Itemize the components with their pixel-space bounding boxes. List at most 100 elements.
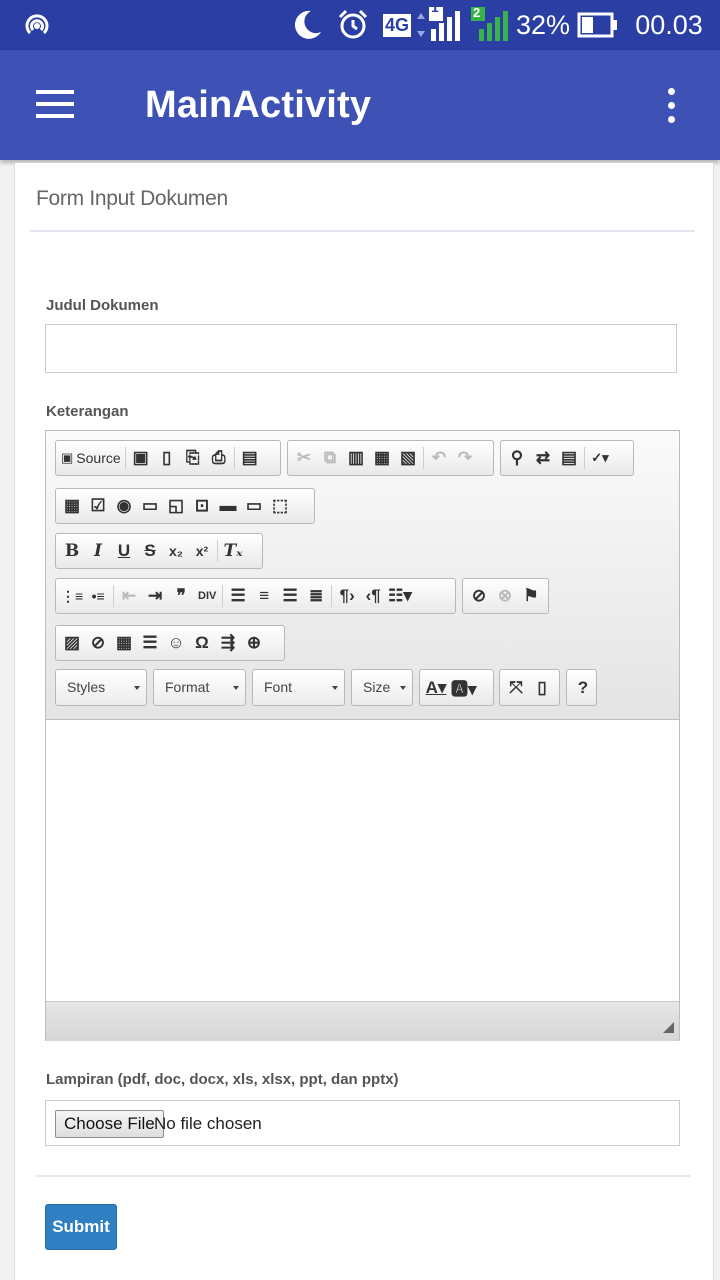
divider (35, 1175, 690, 1177)
page-break-icon[interactable]: ⇶ (215, 629, 241, 657)
checkbox-icon[interactable]: ☑ (85, 492, 111, 520)
indent-icon[interactable]: ⇥ (142, 582, 168, 610)
select-icon[interactable]: ⊡ (189, 492, 215, 520)
maximize-icon[interactable]: ⤧ (503, 674, 529, 702)
show-blocks-icon[interactable]: ▯ (529, 674, 555, 702)
special-char-icon[interactable]: Ω (189, 629, 215, 657)
hamburger-menu-icon[interactable] (36, 90, 76, 120)
toolbar-group-tools: ⤧ ▯ (499, 669, 560, 706)
resize-handle-icon[interactable] (663, 1022, 674, 1033)
div-icon[interactable]: DIV (194, 582, 220, 610)
toolbar-group-about: ? (566, 669, 597, 706)
battery-icon (576, 0, 620, 50)
justify-icon[interactable]: ≣ (303, 582, 329, 610)
replace-icon[interactable]: ⇄ (530, 444, 556, 472)
toolbar-group-colors: A▾ 🅰▾ (419, 669, 494, 706)
signal-icon-sim2: 2 (470, 0, 510, 50)
horizontal-line-icon[interactable]: ☰ (137, 629, 163, 657)
font-label: Font (264, 679, 293, 695)
paste-word-icon[interactable]: ▧ (395, 444, 421, 472)
align-center-icon[interactable]: ≡ (251, 582, 277, 610)
blockquote-icon[interactable]: ❞ (168, 582, 194, 610)
paste-icon[interactable]: ▥ (343, 444, 369, 472)
redo-icon[interactable]: ↷ (452, 444, 478, 472)
spellcheck-icon[interactable]: ✓▾ (587, 444, 613, 472)
panel-title: Form Input Dokumen (36, 187, 228, 210)
submit-button[interactable]: Submit (45, 1204, 117, 1250)
paste-text-icon[interactable]: ▦ (369, 444, 395, 472)
table-icon[interactable]: ▦ (111, 629, 137, 657)
hidden-field-icon[interactable]: ⬚ (267, 492, 293, 520)
radio-icon[interactable]: ◉ (111, 492, 137, 520)
textarea-icon[interactable]: ◱ (163, 492, 189, 520)
clock: 00.03 (628, 0, 710, 50)
textfield-icon[interactable]: ▭ (137, 492, 163, 520)
align-left-icon[interactable]: ☰ (225, 582, 251, 610)
smiley-icon[interactable]: ☺ (163, 629, 189, 657)
find-icon[interactable]: ⚲ (504, 444, 530, 472)
button-icon[interactable]: ▬ (215, 492, 241, 520)
rtl-icon[interactable]: ‹¶ (360, 582, 386, 610)
editor-toolbar: ▣ Source ▣ ▯ ⎘ ⎙ ▤ ✂ ⧉ ▥ ▦ ▧ ↶ ↷ ⚲ ⇄ ▤ ✓… (46, 431, 679, 720)
image-icon[interactable]: ▨ (59, 629, 85, 657)
ltr-icon[interactable]: ¶› (334, 582, 360, 610)
editor-content-area[interactable] (46, 720, 679, 1001)
overflow-menu-icon[interactable] (662, 88, 682, 124)
strike-icon[interactable]: S (137, 537, 163, 565)
bulleted-list-icon[interactable]: •≡ (85, 582, 111, 610)
toolbar-group-basicstyles: B I U S x₂ x² Tₓ (55, 533, 263, 569)
alarm-icon (334, 0, 372, 50)
undo-icon[interactable]: ↶ (426, 444, 452, 472)
link-icon[interactable]: ⊘ (466, 582, 492, 610)
image-button-icon[interactable]: ▭ (241, 492, 267, 520)
save-icon[interactable]: ▣ (128, 444, 154, 472)
align-right-icon[interactable]: ☰ (277, 582, 303, 610)
underline-icon[interactable]: U (111, 537, 137, 565)
superscript-icon[interactable]: x² (189, 537, 215, 565)
subscript-icon[interactable]: x₂ (163, 537, 189, 565)
bg-color-icon[interactable]: 🅰▾ (449, 674, 479, 702)
choose-file-button[interactable]: Choose File (55, 1110, 164, 1138)
form-icon[interactable]: ▦ (59, 492, 85, 520)
anchor-flag-icon[interactable]: ⚑ (518, 582, 544, 610)
format-dropdown[interactable]: Format (153, 669, 246, 706)
source-button[interactable]: ▣ Source (59, 444, 123, 472)
print-icon[interactable]: ⎙ (206, 444, 232, 472)
form-panel: Form Input Dokumen Judul Dokumen Keteran… (14, 163, 714, 1280)
templates-icon[interactable]: ▤ (237, 444, 263, 472)
toolbar-group-paragraph: ⋮≡ •≡ ⇤ ⇥ ❞ DIV ☰ ≡ ☰ ≣ ¶› ‹¶ ☷▾ (55, 578, 456, 614)
chevron-down-icon (233, 686, 239, 690)
help-icon[interactable]: ? (570, 674, 596, 702)
numbered-list-icon[interactable]: ⋮≡ (59, 582, 85, 610)
app-bar: MainActivity (0, 50, 720, 160)
no-file-text: No file chosen (154, 1114, 262, 1133)
text-color-icon[interactable]: A▾ (423, 674, 449, 702)
editor-status-bar (46, 1001, 679, 1041)
bold-icon[interactable]: B (59, 537, 85, 565)
styles-dropdown[interactable]: Styles (55, 669, 147, 706)
app-title: MainActivity (145, 84, 372, 126)
font-dropdown[interactable]: Font (252, 669, 345, 706)
new-page-icon[interactable]: ▯ (154, 444, 180, 472)
sim2-label: 2 (473, 5, 481, 20)
sim1-badge: 1 (414, 0, 448, 18)
sim1-label: 1 (431, 0, 439, 15)
language-icon[interactable]: ☷▾ (386, 582, 414, 610)
copy-icon[interactable]: ⧉ (317, 444, 343, 472)
preview-icon[interactable]: ⎘ (180, 444, 206, 472)
time-text: 00.03 (635, 9, 703, 40)
cut-icon[interactable]: ✂ (291, 444, 317, 472)
judul-input[interactable] (45, 324, 677, 373)
lampiran-label: Lampiran (pdf, doc, docx, xls, xlsx, ppt… (46, 1071, 399, 1088)
styles-label: Styles (67, 679, 106, 695)
flash-icon[interactable]: ⊘ (85, 629, 111, 657)
select-all-icon[interactable]: ▤ (556, 444, 582, 472)
remove-format-icon[interactable]: Tₓ (220, 537, 246, 565)
iframe-globe-icon[interactable]: ⊕ (241, 629, 267, 657)
outdent-icon[interactable]: ⇤ (116, 582, 142, 610)
size-label: Size (363, 679, 391, 695)
size-dropdown[interactable]: Size (351, 669, 413, 706)
italic-icon[interactable]: I (85, 537, 111, 565)
network-badge: 4G (380, 0, 414, 50)
unlink-icon[interactable]: ⊗ (492, 582, 518, 610)
